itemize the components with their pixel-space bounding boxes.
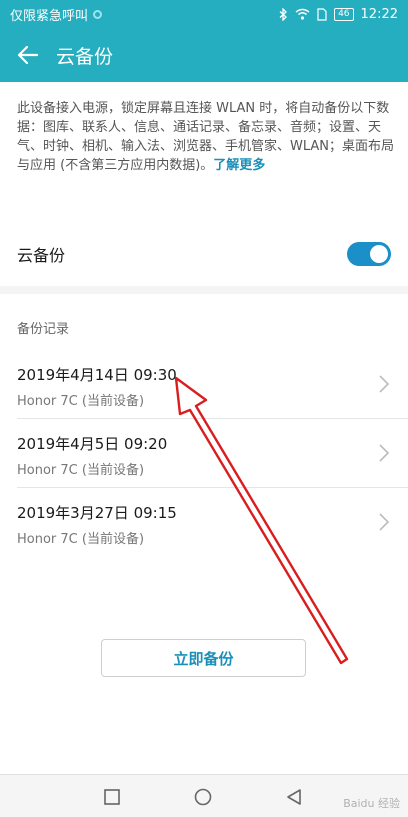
backup-record[interactable]: 2019年4月5日 09:20 Honor 7C (当前设备)	[0, 419, 408, 488]
page-title: 云备份	[56, 45, 114, 68]
circle-icon[interactable]	[194, 788, 212, 806]
carrier-text: 仅限紧急呼叫	[10, 8, 89, 24]
toggle-knob	[370, 245, 388, 263]
cloud-backup-toggle[interactable]	[347, 242, 391, 266]
chevron-right-icon	[379, 444, 390, 462]
watermark: Baidu 经验	[343, 797, 400, 810]
backup-record[interactable]: 2019年3月27日 09:15 Honor 7C (当前设备)	[0, 488, 408, 557]
triangle-back-icon[interactable]	[285, 788, 303, 806]
backup-records-card: 备份记录 2019年4月14日 09:30 Honor 7C (当前设备) 20…	[0, 294, 408, 774]
record-device: Honor 7C (当前设备)	[17, 463, 145, 478]
record-device: Honor 7C (当前设备)	[17, 532, 145, 547]
record-date: 2019年3月27日 09:15	[17, 504, 177, 522]
sync-icon	[93, 9, 103, 19]
section-title: 备份记录	[17, 322, 70, 337]
learn-more-link[interactable]: 了解更多	[213, 158, 265, 173]
bluetooth-icon	[279, 7, 288, 21]
battery-icon: 46	[334, 7, 354, 21]
app-bar: 云备份	[0, 28, 408, 82]
cloud-backup-row[interactable]: 云备份	[0, 222, 408, 286]
back-button[interactable]	[0, 28, 56, 82]
cloud-backup-label: 云备份	[17, 246, 66, 265]
backup-now-button[interactable]: 立即备份	[101, 639, 306, 677]
chevron-right-icon	[379, 375, 390, 393]
backup-record[interactable]: 2019年4月14日 09:30 Honor 7C (当前设备)	[0, 350, 408, 419]
status-bar: 仅限紧急呼叫 46 12:22	[0, 0, 408, 28]
backup-description: 此设备接入电源，锁定屏幕且连接 WLAN 时，将自动备份以下数据：图库、联系人、…	[17, 101, 395, 173]
intro-card: 此设备接入电源，锁定屏幕且连接 WLAN 时，将自动备份以下数据：图库、联系人、…	[0, 82, 408, 286]
chevron-right-icon	[379, 513, 390, 531]
record-date: 2019年4月5日 09:20	[17, 435, 168, 453]
sim-icon	[317, 7, 327, 21]
clock-time: 12:22	[360, 6, 398, 22]
record-device: Honor 7C (当前设备)	[17, 394, 145, 409]
square-icon[interactable]	[103, 788, 121, 806]
record-date: 2019年4月14日 09:30	[17, 366, 177, 384]
wifi-icon	[295, 8, 310, 20]
arrow-left-icon	[17, 45, 39, 65]
